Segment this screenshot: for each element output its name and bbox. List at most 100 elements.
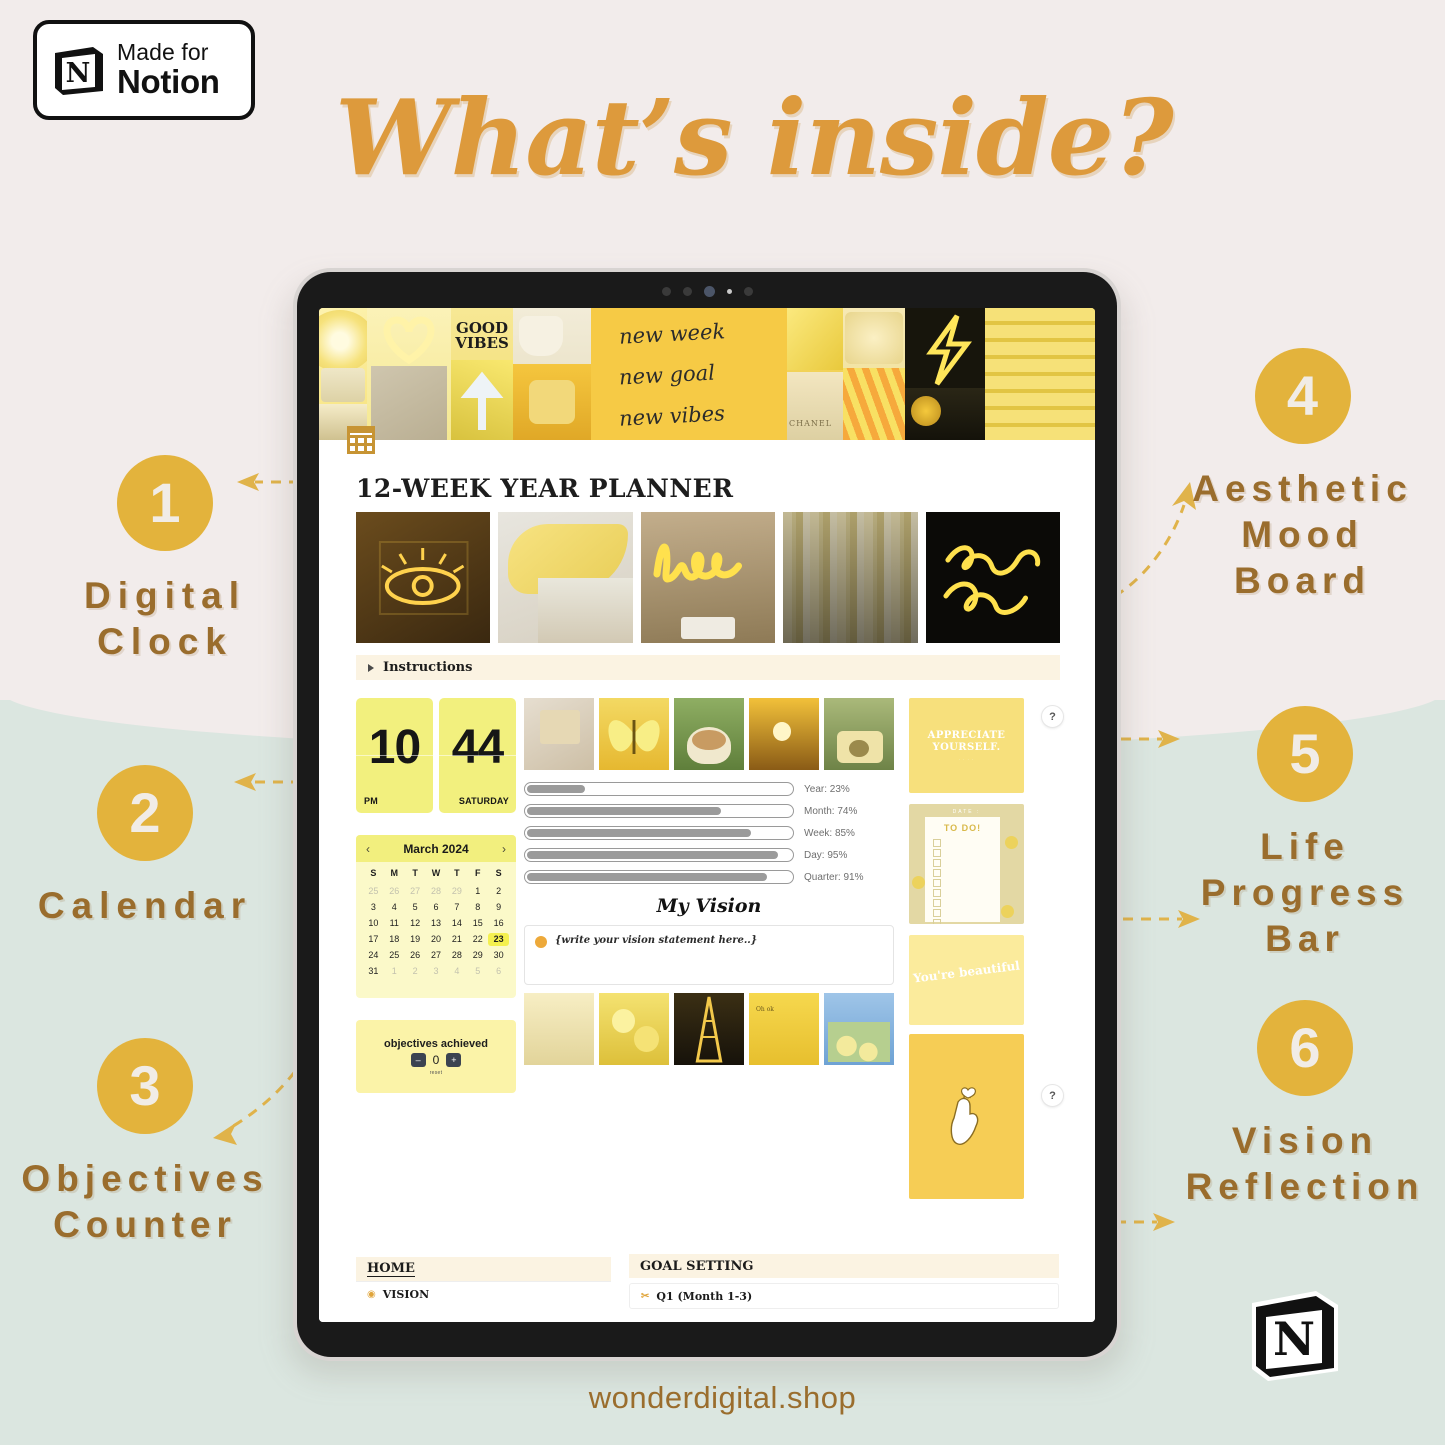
todo-checkbox[interactable] xyxy=(933,859,941,867)
todo-list-card[interactable]: DATE : TO DO! xyxy=(909,804,1024,924)
calendar-day[interactable]: 26 xyxy=(384,885,405,898)
calendar-day[interactable]: 11 xyxy=(384,917,405,930)
calendar-day[interactable]: 21 xyxy=(446,933,467,946)
help-icon-top[interactable]: ? xyxy=(1041,705,1064,728)
calendar-day[interactable]: 29 xyxy=(446,885,467,898)
calendar-day[interactable]: 6 xyxy=(488,965,509,978)
moodboard-photo-heart-neon xyxy=(367,308,451,440)
home-block: HOME ◉ VISION xyxy=(356,1257,611,1307)
callout-number-3: 3 xyxy=(97,1038,193,1134)
quote-line-2: new goal xyxy=(618,360,716,390)
help-icon-bottom[interactable]: ? xyxy=(1041,1084,1064,1107)
calendar-day[interactable]: 2 xyxy=(405,965,426,978)
todo-checkbox[interactable] xyxy=(933,909,941,917)
calendar-day[interactable]: 31 xyxy=(363,965,384,978)
calendar-day[interactable]: 6 xyxy=(426,901,447,914)
instructions-toggle[interactable]: Instructions xyxy=(356,655,1060,680)
calendar-day[interactable]: 8 xyxy=(467,901,488,914)
objectives-reset-button[interactable]: reset xyxy=(430,1070,443,1076)
objectives-counter-widget[interactable]: objectives achieved – 0 + reset xyxy=(356,1020,516,1093)
calendar-prev-button[interactable]: ‹ xyxy=(366,843,370,855)
clock-minute-card: 44 SATURDAY xyxy=(439,698,516,813)
calendar-day[interactable]: 29 xyxy=(467,949,488,962)
calendar-day[interactable]: 13 xyxy=(426,917,447,930)
scissors-icon: ✂ xyxy=(641,1290,650,1302)
home-block-item-vision[interactable]: ◉ VISION xyxy=(356,1281,611,1307)
clock-weekday: SATURDAY xyxy=(458,796,509,806)
calendar-day[interactable]: 3 xyxy=(426,965,447,978)
calendar-day[interactable]: 15 xyxy=(467,917,488,930)
calendar-day[interactable]: 17 xyxy=(363,933,384,946)
moodboard-photo-sweets xyxy=(843,308,905,440)
calendar-day[interactable]: 27 xyxy=(405,885,426,898)
todo-checkbox[interactable] xyxy=(933,839,941,847)
calendar-day[interactable]: 2 xyxy=(488,885,509,898)
clock-hour: 10 xyxy=(368,721,421,774)
calendar-day[interactable]: 7 xyxy=(446,901,467,914)
callout-label-1: Digital Clock xyxy=(83,575,247,662)
objectives-increment-button[interactable]: + xyxy=(446,1052,462,1067)
calendar-day-selected[interactable]: 23 xyxy=(488,933,509,946)
calendar-day[interactable]: 30 xyxy=(488,949,509,962)
callout-label-4: Aesthetic Mood Board xyxy=(1192,468,1413,601)
calendar-day[interactable]: 19 xyxy=(405,933,426,946)
callout-1-digital-clock: 1 Digital Clock xyxy=(40,455,290,665)
calendar-day[interactable]: 22 xyxy=(467,933,488,946)
todo-checkbox[interactable] xyxy=(933,899,941,907)
callout-3-objectives-counter: 3 Objectives Counter xyxy=(0,1038,290,1248)
goal-setting-item-q1[interactable]: ✂ Q1 (Month 1-3) xyxy=(629,1283,1059,1309)
calendar-day[interactable]: 1 xyxy=(384,965,405,978)
tablet-sensor-array xyxy=(297,284,1117,298)
clock-minute: 44 xyxy=(451,721,504,774)
moodboard-photo-good-vibes: GOOD VIBES xyxy=(451,308,513,440)
appreciate-line-1: APPRECIATE xyxy=(927,729,1006,741)
calendar-day[interactable]: 4 xyxy=(446,965,467,978)
calendar-day[interactable]: 24 xyxy=(363,949,384,962)
appreciate-yourself-card[interactable]: APPRECIATE YOURSELF. · · · · xyxy=(909,698,1024,793)
todo-checkbox[interactable] xyxy=(933,889,941,897)
calendar-day[interactable]: 25 xyxy=(363,885,384,898)
todo-checkbox[interactable] xyxy=(933,869,941,877)
calendar-day[interactable]: 26 xyxy=(405,949,426,962)
appreciate-line-2: YOURSELF. xyxy=(932,741,1001,753)
objectives-decrement-button[interactable]: – xyxy=(410,1052,426,1067)
made-for-notion-badge: N Made for Notion xyxy=(33,20,255,120)
calendar-day[interactable]: 9 xyxy=(488,901,509,914)
calendar-day[interactable]: 3 xyxy=(363,901,384,914)
calendar-day[interactable]: 25 xyxy=(384,949,405,962)
todo-checkbox[interactable] xyxy=(933,849,941,857)
progress-bar-track xyxy=(524,826,794,840)
aesthetic-mood-board-banner[interactable]: GOOD VIBES new week new goal new vibes C… xyxy=(319,308,1095,440)
calendar-day[interactable]: 27 xyxy=(426,949,447,962)
calendar-next-button[interactable]: › xyxy=(502,843,506,855)
callout-number-2: 2 xyxy=(97,765,193,861)
calendar-day[interactable]: 10 xyxy=(363,917,384,930)
todo-checkbox[interactable] xyxy=(933,919,941,924)
calendar-day[interactable]: 16 xyxy=(488,917,509,930)
finger-heart-card[interactable] xyxy=(909,1034,1024,1199)
callout-4-aesthetic-mood-board: 4 Aesthetic Mood Board xyxy=(1160,348,1445,604)
todo-title: TO DO! xyxy=(943,823,982,833)
calendar-day[interactable]: 5 xyxy=(405,901,426,914)
calendar-day[interactable]: 28 xyxy=(426,885,447,898)
youre-beautiful-card[interactable]: You're beautiful xyxy=(909,935,1024,1025)
calendar-day[interactable]: 4 xyxy=(384,901,405,914)
calendar-dow: S xyxy=(370,868,377,878)
calendar-day[interactable]: 5 xyxy=(467,965,488,978)
finger-heart-icon xyxy=(950,1086,978,1145)
calendar-day[interactable]: 12 xyxy=(405,917,426,930)
digital-clock-widget[interactable]: 10 PM 44 SATURDAY xyxy=(356,698,516,813)
calendar-day[interactable]: 20 xyxy=(426,933,447,946)
todo-checkbox[interactable] xyxy=(933,879,941,887)
notion-logo-icon: N xyxy=(1242,1283,1347,1388)
calendar-day[interactable]: 28 xyxy=(446,949,467,962)
progress-bar-fill xyxy=(527,851,778,859)
calendar-widget[interactable]: ‹ March 2024 › S M T W T F S 25 26 27 28 29 1 2 3 4 5 6 7 8… xyxy=(356,835,516,998)
photo-polaroid-camera xyxy=(824,698,894,770)
calendar-day[interactable]: 18 xyxy=(384,933,405,946)
vision-statement-input[interactable]: {write your vision statement here..} xyxy=(524,925,894,985)
sensor-dot xyxy=(726,288,732,294)
hero-photo-hello-neon xyxy=(640,512,776,643)
calendar-day[interactable]: 14 xyxy=(446,917,467,930)
calendar-day[interactable]: 1 xyxy=(467,885,488,898)
